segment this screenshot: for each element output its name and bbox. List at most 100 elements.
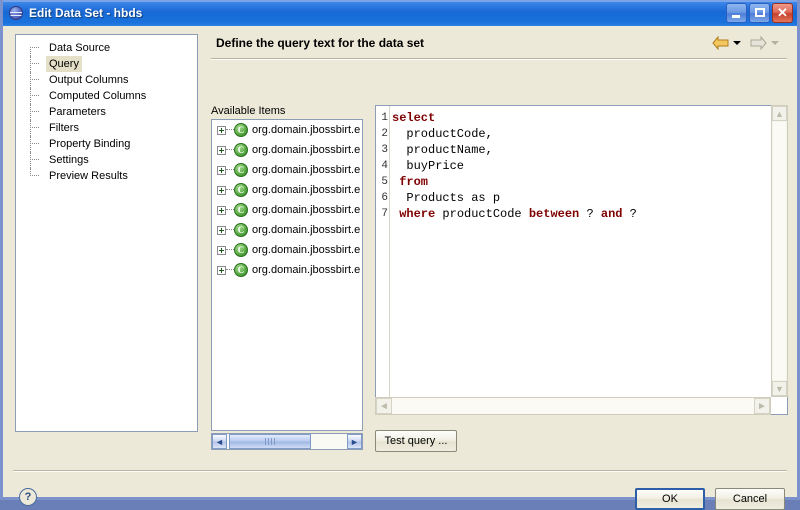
class-icon: C [234, 163, 248, 177]
sql-text: productName, [392, 143, 493, 157]
settings-tree: Data Source Query Output Columns Computed C… [16, 35, 197, 184]
available-item-label: org.domain.jbossbirt.e [252, 144, 361, 156]
sql-keyword: from [392, 175, 429, 189]
line-number: 6 [381, 192, 388, 204]
header-separator [211, 58, 787, 60]
forward-arrow-glyph [750, 36, 767, 50]
available-item-label: org.domain.jbossbirt.e [252, 204, 361, 216]
edit-data-set-dialog: Edit Data Set - hbds ✕ Data Source Query O… [0, 0, 800, 510]
tree-tick [30, 95, 39, 97]
sidebar-item-label: Data Source [49, 42, 111, 54]
line-number: 4 [381, 160, 388, 172]
sidebar-item-preview-results[interactable]: Preview Results [16, 168, 197, 184]
close-icon: ✕ [777, 5, 788, 20]
available-item-label: org.domain.jbossbirt.e [252, 164, 361, 176]
sql-editor[interactable]: 1 2 3 4 5 6 7 select productCode, productName,… [375, 105, 788, 415]
available-items-panel[interactable]: Corg.domain.jbossbirt.e Corg.domain.jboss… [211, 119, 363, 431]
sidebar-item-parameters[interactable]: Parameters [16, 104, 197, 120]
editor-scroll-right-button[interactable]: ► [754, 398, 770, 414]
editor-hscroll-track[interactable] [392, 398, 754, 414]
forward-arrow-icon [748, 34, 768, 52]
birt-sphere-icon [8, 5, 24, 21]
sql-line: productName, [392, 142, 787, 158]
tree-tick [30, 127, 39, 129]
line-number: 1 [381, 112, 388, 124]
editor-vscroll-track[interactable] [773, 122, 786, 380]
expand-plus-icon[interactable] [217, 165, 226, 175]
sql-text: ? [579, 207, 601, 221]
sql-text: Products as p [392, 191, 501, 205]
tree-tick [226, 169, 234, 171]
expand-plus-icon[interactable] [217, 145, 226, 155]
tree-tick [30, 63, 39, 65]
available-item-label: org.domain.jbossbirt.e [252, 224, 361, 236]
hscroll-track[interactable] [227, 434, 347, 449]
expand-plus-icon[interactable] [217, 125, 226, 135]
sidebar-item-settings[interactable]: Settings [16, 152, 197, 168]
available-item-row[interactable]: Corg.domain.jbossbirt.e [212, 200, 362, 220]
close-button[interactable]: ✕ [772, 3, 793, 23]
available-item-row[interactable]: Corg.domain.jbossbirt.e [212, 260, 362, 280]
sql-code-area[interactable]: select productCode, productName, buyPric… [390, 106, 787, 414]
class-icon: C [234, 203, 248, 217]
dialog-body: Data Source Query Output Columns Computed C… [3, 26, 797, 510]
class-icon: C [234, 223, 248, 237]
cancel-button[interactable]: Cancel [715, 488, 785, 510]
test-query-button[interactable]: Test query ... [375, 430, 457, 452]
sidebar-item-property-binding[interactable]: Property Binding [16, 136, 197, 152]
editor-scroll-left-button[interactable]: ◄ [376, 398, 392, 414]
tree-tick [30, 79, 39, 81]
hscroll-thumb[interactable] [229, 434, 311, 449]
page-title: Define the query text for the data set [216, 36, 425, 50]
footer-separator [13, 470, 787, 472]
tree-tick [30, 47, 39, 49]
tree-tick [30, 175, 39, 177]
editor-scroll-up-button[interactable]: ▲ [772, 106, 787, 121]
sql-text: productCode [435, 207, 529, 221]
maximize-button[interactable] [749, 3, 770, 23]
expand-plus-icon[interactable] [217, 185, 226, 195]
tree-tick [226, 269, 234, 271]
sql-text: productCode, [392, 127, 493, 141]
back-dropdown-caret[interactable] [733, 41, 741, 45]
title-bar: Edit Data Set - hbds ✕ [3, 0, 797, 26]
available-item-row[interactable]: Corg.domain.jbossbirt.e [212, 240, 362, 260]
ok-button[interactable]: OK [635, 488, 705, 510]
sidebar-item-data-source[interactable]: Data Source [16, 40, 197, 56]
minimize-icon [732, 15, 740, 18]
sidebar-item-filters[interactable]: Filters [16, 120, 197, 136]
editor-vscrollbar[interactable]: ▲ ▼ [771, 105, 788, 397]
available-item-row[interactable]: Corg.domain.jbossbirt.e [212, 220, 362, 240]
sidebar-item-computed-columns[interactable]: Computed Columns [16, 88, 197, 104]
sidebar-item-query[interactable]: Query [16, 56, 197, 72]
sql-keyword: between [528, 207, 580, 221]
available-items-hscrollbar[interactable]: ◄ ► [211, 433, 363, 450]
help-icon[interactable]: ? [19, 488, 37, 506]
tree-tick [30, 111, 39, 113]
sql-line: productCode, [392, 126, 787, 142]
forward-dropdown-caret [771, 41, 779, 45]
sidebar-item-output-columns[interactable]: Output Columns [16, 72, 197, 88]
expand-plus-icon[interactable] [217, 245, 226, 255]
sidebar-item-label: Computed Columns [49, 90, 147, 102]
sidebar-item-label: Preview Results [49, 170, 128, 182]
expand-plus-icon[interactable] [217, 225, 226, 235]
expand-plus-icon[interactable] [217, 265, 226, 275]
scroll-right-button[interactable]: ► [347, 434, 362, 449]
available-items-label: Available Items [211, 105, 286, 117]
editor-scroll-down-button[interactable]: ▼ [772, 381, 787, 396]
line-number: 5 [381, 176, 388, 188]
tree-tick [226, 249, 234, 251]
sql-line: select [392, 110, 787, 126]
back-arrow-icon[interactable] [710, 34, 730, 52]
available-item-row[interactable]: Corg.domain.jbossbirt.e [212, 140, 362, 160]
class-icon: C [234, 263, 248, 277]
line-number: 7 [381, 208, 388, 220]
available-item-row[interactable]: Corg.domain.jbossbirt.e [212, 160, 362, 180]
editor-hscrollbar[interactable]: ◄ ► [375, 397, 771, 415]
available-item-row[interactable]: Corg.domain.jbossbirt.e [212, 120, 362, 140]
expand-plus-icon[interactable] [217, 205, 226, 215]
minimize-button[interactable] [726, 3, 747, 23]
scroll-left-button[interactable]: ◄ [212, 434, 227, 449]
available-item-row[interactable]: Corg.domain.jbossbirt.e [212, 180, 362, 200]
